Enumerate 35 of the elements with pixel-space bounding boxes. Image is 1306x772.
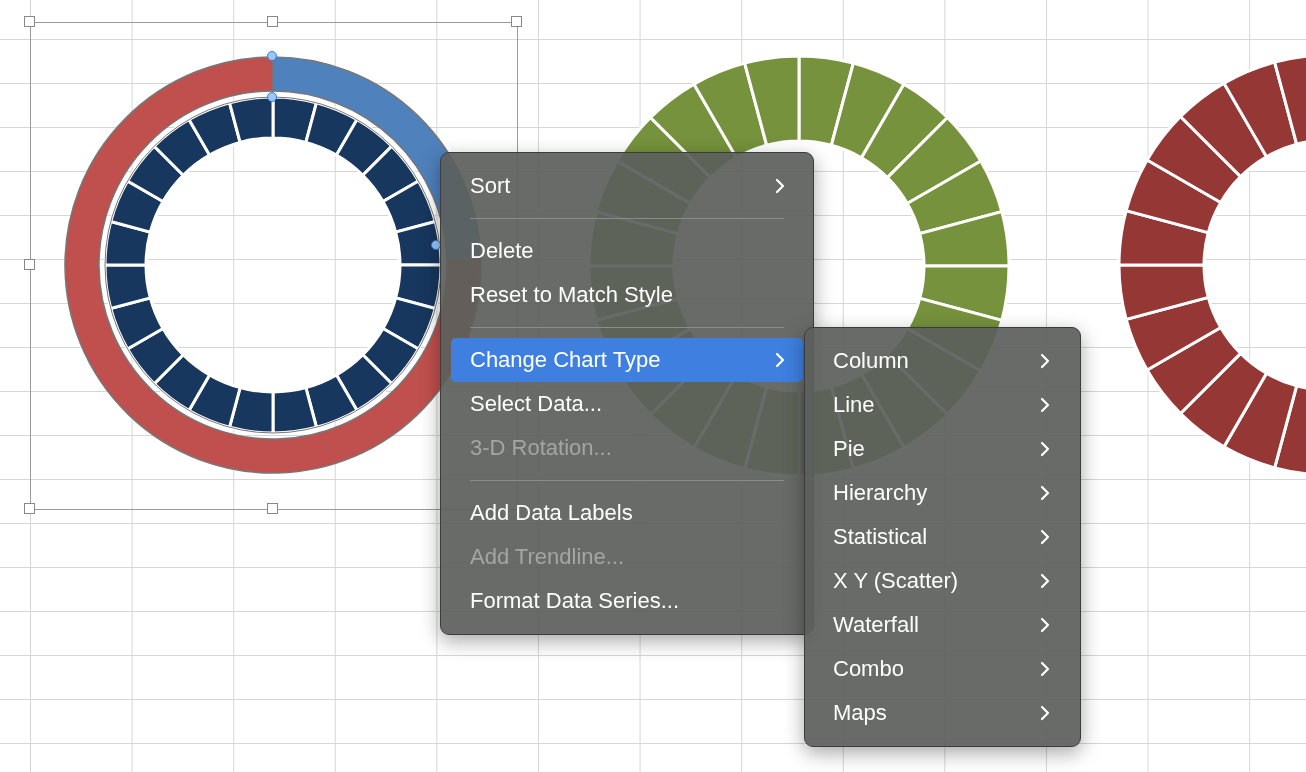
menu-item[interactable]: X Y (Scatter) bbox=[815, 559, 1070, 603]
chevron-icon bbox=[775, 178, 785, 194]
menu-item[interactable]: Change Chart Type bbox=[451, 338, 803, 382]
point-handle[interactable] bbox=[267, 92, 277, 102]
menu-item[interactable]: Format Data Series... bbox=[451, 579, 803, 623]
resize-handle[interactable] bbox=[267, 503, 278, 514]
chevron-icon bbox=[1040, 705, 1050, 721]
chevron-icon bbox=[1040, 617, 1050, 633]
menu-item[interactable]: Pie bbox=[815, 427, 1070, 471]
chevron-icon bbox=[1040, 441, 1050, 457]
menu-item[interactable]: Waterfall bbox=[815, 603, 1070, 647]
chevron-icon bbox=[1040, 529, 1050, 545]
point-handle[interactable] bbox=[267, 51, 277, 61]
menu-item[interactable]: Statistical bbox=[815, 515, 1070, 559]
chevron-icon bbox=[1040, 573, 1050, 589]
menu-item[interactable]: Line bbox=[815, 383, 1070, 427]
menu-item[interactable]: Column bbox=[815, 339, 1070, 383]
menu-item[interactable]: Maps bbox=[815, 691, 1070, 735]
menu-item[interactable]: Combo bbox=[815, 647, 1070, 691]
menu-item[interactable]: Hierarchy bbox=[815, 471, 1070, 515]
resize-handle[interactable] bbox=[24, 259, 35, 270]
menu-item[interactable]: Add Data Labels bbox=[451, 491, 803, 535]
resize-handle[interactable] bbox=[24, 503, 35, 514]
chevron-icon bbox=[1040, 485, 1050, 501]
chevron-icon bbox=[1040, 661, 1050, 677]
menu-item[interactable]: Select Data... bbox=[451, 382, 803, 426]
chevron-icon bbox=[1040, 353, 1050, 369]
resize-handle[interactable] bbox=[267, 16, 278, 27]
chevron-icon bbox=[775, 352, 785, 368]
resize-handle[interactable] bbox=[24, 16, 35, 27]
menu-item[interactable]: Reset to Match Style bbox=[451, 273, 803, 317]
menu-item[interactable]: Sort bbox=[451, 164, 803, 208]
menu-item[interactable]: Delete bbox=[451, 229, 803, 273]
resize-handle[interactable] bbox=[511, 16, 522, 27]
chevron-icon bbox=[1040, 397, 1050, 413]
